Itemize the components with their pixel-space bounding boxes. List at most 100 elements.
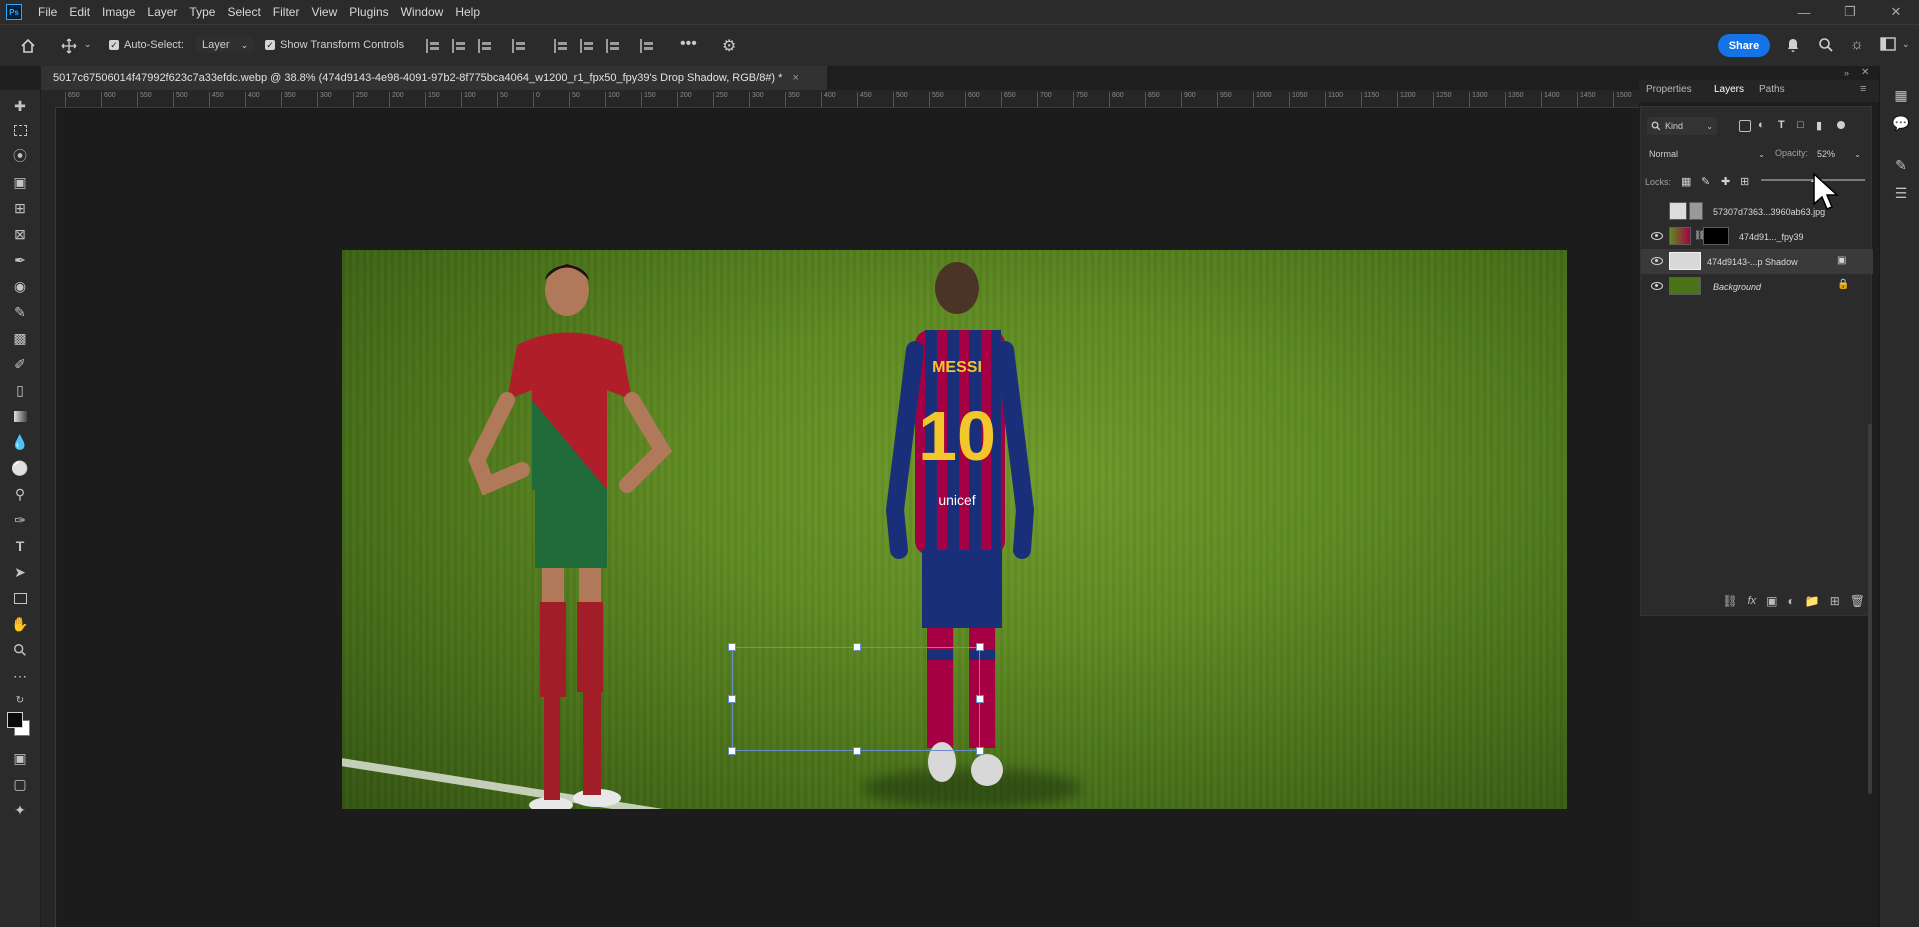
more-options-icon[interactable]: ••• (680, 35, 697, 53)
filter-shape-icon[interactable]: □ (1797, 119, 1804, 131)
align-top-icon[interactable] (554, 39, 568, 53)
layer-row[interactable]: ⛓ 474d91..._fpy39 (1641, 224, 1873, 249)
comments-icon[interactable]: 💬 (1892, 114, 1910, 132)
brush-tool-icon[interactable]: ✎ (8, 302, 32, 322)
vertical-ruler[interactable] (41, 108, 56, 927)
stamp-tool-icon[interactable]: ▩ (8, 328, 32, 348)
distribute-vertical-icon[interactable] (640, 39, 654, 53)
new-group-icon[interactable]: 📁 (1805, 594, 1820, 608)
transform-handle-middle-right[interactable] (976, 695, 984, 703)
zoom-tool-icon[interactable] (8, 640, 32, 660)
eyedropper-tool-icon[interactable]: ✒ (8, 250, 32, 270)
search-icon[interactable] (1818, 37, 1834, 53)
opacity-input[interactable]: 52% ⌄ (1813, 145, 1865, 163)
transform-handle-top-left[interactable] (728, 643, 736, 651)
panel-close-icon[interactable]: ✕ (1861, 67, 1869, 78)
auto-select-target-dropdown[interactable]: Layer ⌄ (196, 37, 255, 53)
gradient-tool-icon[interactable] (8, 406, 32, 426)
filter-adjustment-icon[interactable]: ◐ (1758, 119, 1765, 131)
screen-mode-icon[interactable]: ▢ (8, 774, 32, 794)
type-tool-icon[interactable]: T (8, 536, 32, 556)
object-select-tool-icon[interactable]: ▣ (8, 172, 32, 192)
new-layer-icon[interactable]: ⊞ (1830, 594, 1840, 608)
visibility-eye-icon[interactable] (1651, 282, 1663, 290)
adjustment-layer-icon[interactable]: ◐ (1788, 594, 1795, 608)
brush-settings-icon[interactable]: ✎ (1892, 156, 1910, 174)
tab-properties[interactable]: Properties (1646, 84, 1692, 95)
move-tool-icon[interactable] (60, 37, 78, 55)
document-tab[interactable]: 5017c67506014f47992f623c7a33efdc.webp @ … (41, 66, 827, 90)
transform-handle-bottom-center[interactable] (853, 747, 861, 755)
align-right-icon[interactable] (478, 39, 492, 53)
home-icon[interactable] (18, 37, 38, 55)
adjustments-icon[interactable]: ☰ (1892, 184, 1910, 202)
lightbulb-icon[interactable]: ☼ (1850, 36, 1864, 53)
layer-kind-filter[interactable]: Kind ⌄ (1647, 117, 1717, 135)
blur-tool-icon[interactable]: 💧 (8, 432, 32, 452)
transform-bounding-box[interactable] (728, 643, 984, 755)
pen-tool-icon[interactable]: ✑ (8, 510, 32, 530)
move-tool-icon[interactable]: ✚ (8, 96, 32, 116)
align-bottom-icon[interactable] (606, 39, 620, 53)
zoom-in-tool-icon[interactable]: ⚲ (8, 484, 32, 504)
visibility-eye-icon[interactable] (1651, 257, 1663, 265)
menu-filter[interactable]: Filter (267, 5, 306, 19)
menu-window[interactable]: Window (395, 5, 450, 19)
layer-row-selected[interactable]: 474d9143-...p Shadow ▣ (1641, 249, 1873, 274)
panel-menu-icon[interactable]: ≡ (1860, 83, 1866, 95)
menu-layer[interactable]: Layer (141, 5, 183, 19)
auto-select-checkbox[interactable]: ✓ Auto-Select: (109, 39, 184, 51)
document-canvas[interactable]: MESSI 10 unicef (57, 108, 1639, 927)
transform-handle-top-right[interactable] (976, 643, 984, 651)
menu-edit[interactable]: Edit (63, 5, 96, 19)
workspace-icon[interactable] (1880, 37, 1896, 51)
filter-toggle-icon[interactable] (1837, 121, 1845, 129)
more-tools-icon[interactable]: ⋯ (8, 666, 32, 686)
filter-type-icon[interactable]: T (1778, 119, 1785, 131)
lock-image-icon[interactable]: ✎ (1701, 175, 1710, 188)
crop-tool-icon[interactable]: ⊞ (8, 198, 32, 218)
tab-layers[interactable]: Layers (1714, 84, 1744, 95)
minimize-icon[interactable]: — (1781, 0, 1827, 24)
lock-transparent-icon[interactable]: ▦ (1681, 175, 1691, 188)
link-layers-icon[interactable]: ⛓ (1722, 594, 1737, 608)
menu-type[interactable]: Type (183, 5, 221, 19)
chevron-down-icon[interactable]: ⌄ (84, 39, 92, 50)
menu-plugins[interactable]: Plugins (343, 5, 394, 19)
blend-mode-dropdown[interactable]: Normal ⌄ (1645, 145, 1765, 163)
lock-position-icon[interactable]: ✚ (1721, 175, 1730, 188)
horizontal-ruler[interactable]: 650 600 550 500 450 400 350 300 250 200 … (56, 90, 1639, 108)
fx-icon[interactable]: fx (1748, 595, 1757, 607)
close-icon[interactable]: ✕ (1873, 0, 1919, 24)
filter-smart-object-icon[interactable]: ▮ (1816, 119, 1822, 132)
lasso-tool-icon[interactable]: ⦿ (8, 146, 32, 166)
menu-image[interactable]: Image (96, 5, 141, 19)
history-brush-tool-icon[interactable]: ✐ (8, 354, 32, 374)
tab-paths[interactable]: Paths (1759, 84, 1785, 95)
swap-colors-icon[interactable]: ↻ (8, 690, 32, 710)
bell-icon[interactable] (1786, 37, 1800, 53)
show-transform-controls-checkbox[interactable]: ✓ Show Transform Controls (265, 39, 404, 51)
foreground-color-swatch[interactable] (7, 712, 23, 728)
visibility-eye-icon[interactable] (1651, 232, 1663, 240)
gear-icon[interactable]: ⚙ (722, 36, 736, 56)
close-tab-icon[interactable]: × (792, 72, 798, 84)
hand-tool-icon[interactable]: ✋ (8, 614, 32, 634)
distribute-icon[interactable] (512, 39, 526, 53)
layer-row[interactable]: Background 🔒 (1641, 274, 1873, 299)
path-selection-tool-icon[interactable]: ➤ (8, 562, 32, 582)
eraser-tool-icon[interactable]: ▯ (8, 380, 32, 400)
filter-pixel-icon[interactable] (1739, 120, 1751, 132)
rectangle-tool-icon[interactable] (8, 588, 32, 608)
transform-handle-top-center[interactable] (853, 643, 861, 651)
marquee-tool-icon[interactable] (8, 120, 32, 140)
panel-scrollbar[interactable] (1868, 424, 1872, 794)
transform-handle-middle-left[interactable] (728, 695, 736, 703)
generative-icon[interactable]: ✦ (8, 800, 32, 820)
chevron-down-icon[interactable]: ⌄ (1902, 39, 1910, 50)
menu-help[interactable]: Help (449, 5, 486, 19)
healing-brush-tool-icon[interactable]: ◉ (8, 276, 32, 296)
align-left-icon[interactable] (426, 39, 440, 53)
transform-handle-bottom-left[interactable] (728, 747, 736, 755)
quick-mask-icon[interactable]: ▣ (8, 748, 32, 768)
